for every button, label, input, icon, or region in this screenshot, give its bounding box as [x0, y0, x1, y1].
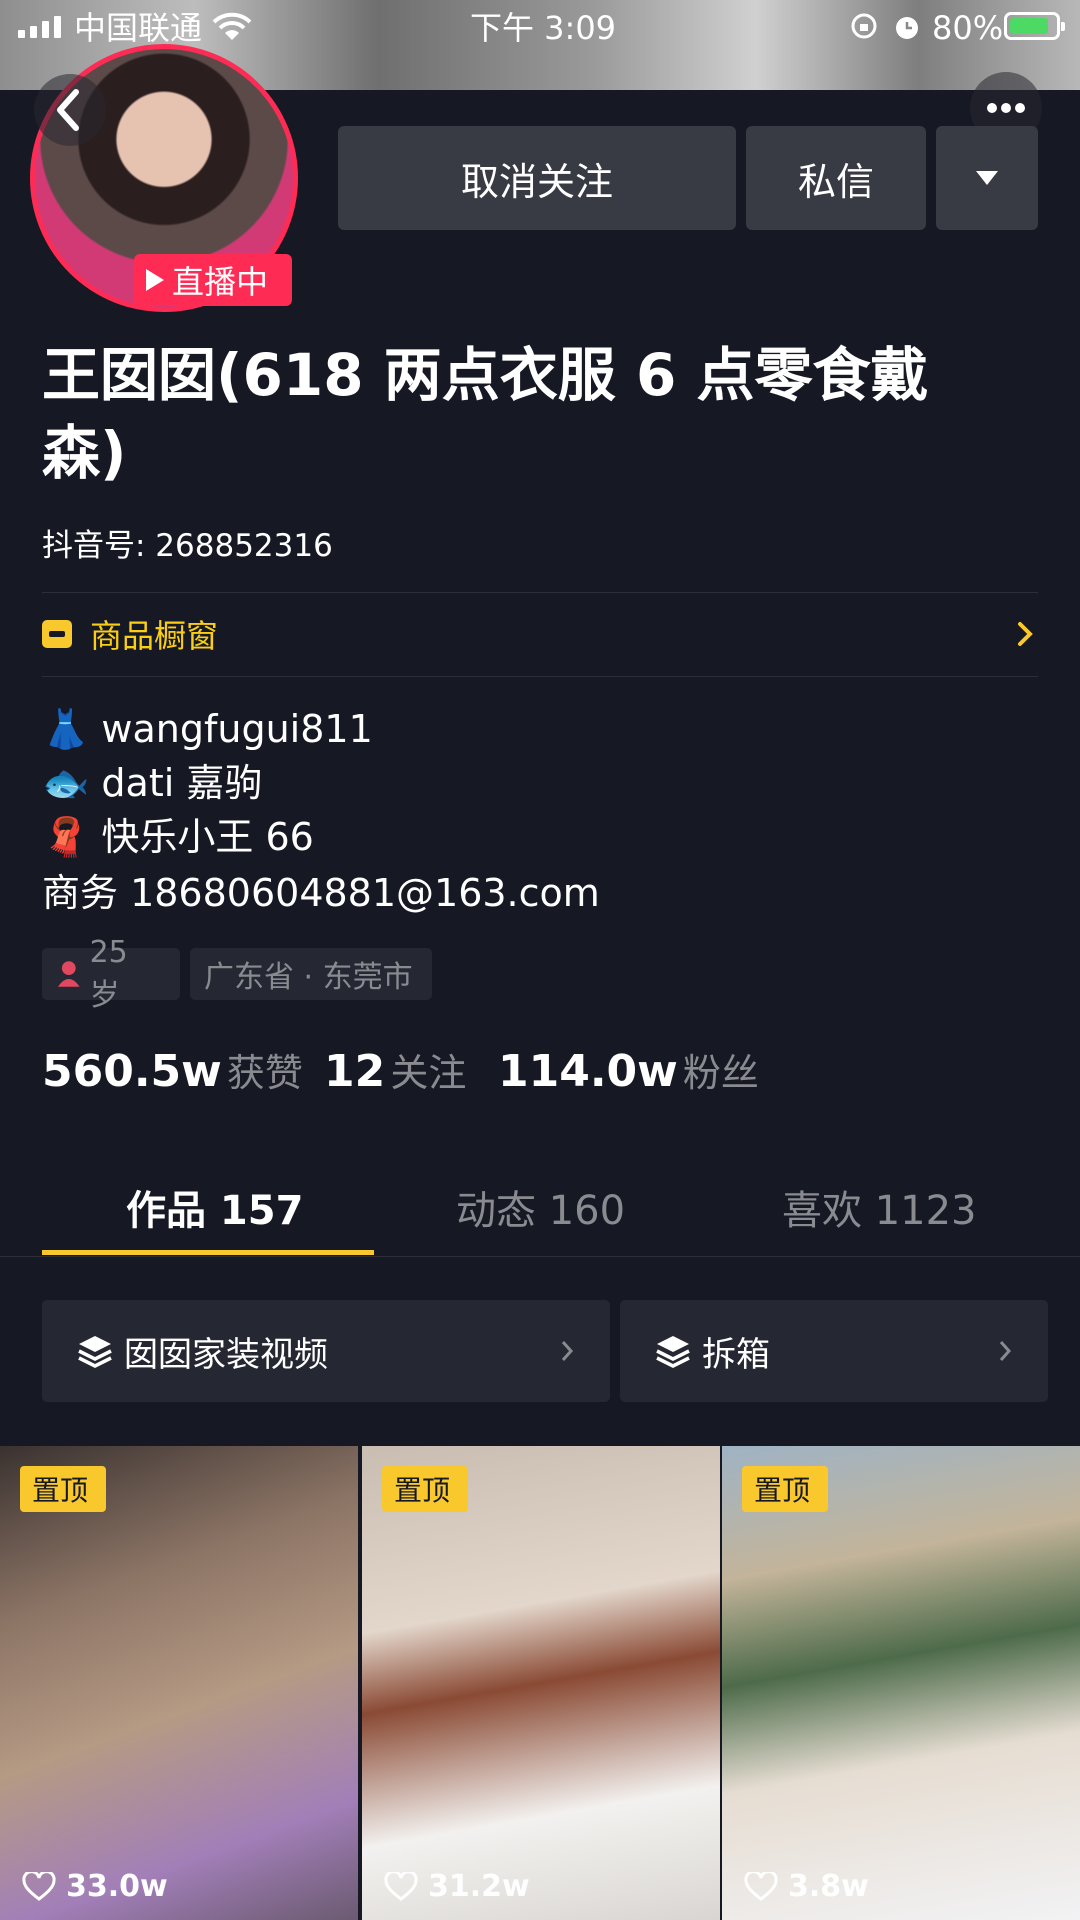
like-count-text: 3.8w [788, 1869, 869, 1904]
followers-label: 粉丝 [682, 1051, 759, 1095]
triangle-down-icon [976, 171, 998, 185]
carrier-name: 中国联通 [74, 9, 203, 47]
wifi-icon [212, 12, 252, 40]
video-thumbnail[interactable]: 置顶 3.8w [722, 1446, 1080, 1920]
video-thumbnail[interactable]: 置顶 33.0w [0, 1446, 358, 1920]
pinned-badge: 置顶 [20, 1466, 107, 1512]
tab-likes[interactable]: 喜欢 1123 [782, 1178, 977, 1236]
playlist-title: 拆箱 [702, 1334, 770, 1375]
age-tag: 25 岁 [42, 935, 180, 1013]
chevron-right-icon [561, 1341, 574, 1361]
tab-moments[interactable]: 动态 160 [456, 1178, 625, 1236]
female-icon [57, 961, 80, 987]
video-thumbnail[interactable]: 置顶 31.2w [362, 1446, 720, 1920]
chevron-left-icon [57, 89, 79, 131]
playlist-card[interactable]: 拆箱 [620, 1300, 1048, 1402]
shop-window-label: 商品橱窗 [90, 617, 219, 655]
back-button[interactable] [34, 74, 106, 146]
like-count: 31.2w [384, 1869, 530, 1904]
likes-label: 获赞 [226, 1051, 303, 1095]
bio-line: 商务 18680604881@163.com [42, 866, 600, 920]
following-stat[interactable]: 12 关注 [324, 1042, 466, 1097]
like-count-text: 33.0w [66, 1869, 168, 1904]
following-label: 关注 [390, 1051, 467, 1095]
like-count: 33.0w [22, 1869, 168, 1904]
chevron-right-icon [1018, 622, 1033, 646]
pinned-badge: 置顶 [382, 1466, 469, 1512]
tab-active-indicator [42, 1250, 374, 1255]
status-time: 下午 3:09 [470, 9, 617, 47]
pinned-badge: 置顶 [742, 1466, 829, 1512]
battery-icon [1004, 12, 1065, 40]
bio-text: 商务 18680604881@163.com [42, 871, 600, 915]
like-count-text: 31.2w [428, 1869, 530, 1904]
unfollow-button[interactable]: 取消关注 [338, 126, 736, 230]
heart-icon [744, 1871, 778, 1901]
divider [0, 1256, 1080, 1257]
followers-count: 114.0w [498, 1046, 678, 1097]
divider [42, 676, 1038, 677]
like-count: 3.8w [744, 1869, 869, 1904]
following-count: 12 [324, 1046, 386, 1097]
chevron-right-icon [999, 1341, 1012, 1361]
bio-line: 🧣 快乐小王 66 [42, 810, 314, 864]
recommend-dropdown-button[interactable] [936, 126, 1038, 230]
bio-line: 👗 wangfugui811 [42, 702, 373, 756]
bio-text: 快乐小王 66 [101, 815, 314, 859]
heart-icon [22, 1871, 56, 1901]
tab-works[interactable]: 作品 157 [126, 1178, 303, 1236]
layers-icon [78, 1336, 112, 1368]
douyin-id: 抖音号: 268852316 [42, 528, 333, 564]
age-text: 25 岁 [89, 934, 128, 1013]
rotation-lock-icon [851, 13, 877, 39]
play-icon [146, 269, 164, 291]
divider [42, 592, 1038, 593]
scarf-emoji-icon: 🧣 [42, 815, 90, 859]
followers-stat[interactable]: 114.0w 粉丝 [498, 1042, 759, 1097]
battery-percent: 80% [932, 9, 1004, 47]
dress-emoji-icon: 👗 [42, 707, 90, 751]
cellular-signal-icon [18, 16, 61, 38]
alarm-icon [896, 17, 918, 39]
bio-text: dati 嘉驹 [101, 761, 263, 805]
message-button[interactable]: 私信 [746, 126, 926, 230]
fish-emoji-icon: 🐟 [42, 761, 90, 805]
playlist-title: 囡囡家装视频 [124, 1334, 328, 1375]
heart-icon [384, 1871, 418, 1901]
profile-nickname: 王囡囡(618 两点衣服 6 点零食戴森) [42, 341, 929, 487]
likes-count: 560.5w [42, 1046, 222, 1097]
location-tag: 广东省 · 东莞市 [190, 948, 432, 1000]
live-badge[interactable]: 直播中 [134, 254, 292, 306]
live-badge-label: 直播中 [172, 263, 269, 301]
shop-window-row[interactable]: 商品橱窗 [42, 594, 1038, 674]
shop-icon [42, 620, 72, 648]
layers-icon [656, 1336, 690, 1368]
bio-line: 🐟 dati 嘉驹 [42, 756, 262, 810]
likes-stat[interactable]: 560.5w 获赞 [42, 1042, 303, 1097]
playlist-card[interactable]: 囡囡家装视频 [42, 1300, 610, 1402]
bio-text: wangfugui811 [101, 707, 373, 751]
